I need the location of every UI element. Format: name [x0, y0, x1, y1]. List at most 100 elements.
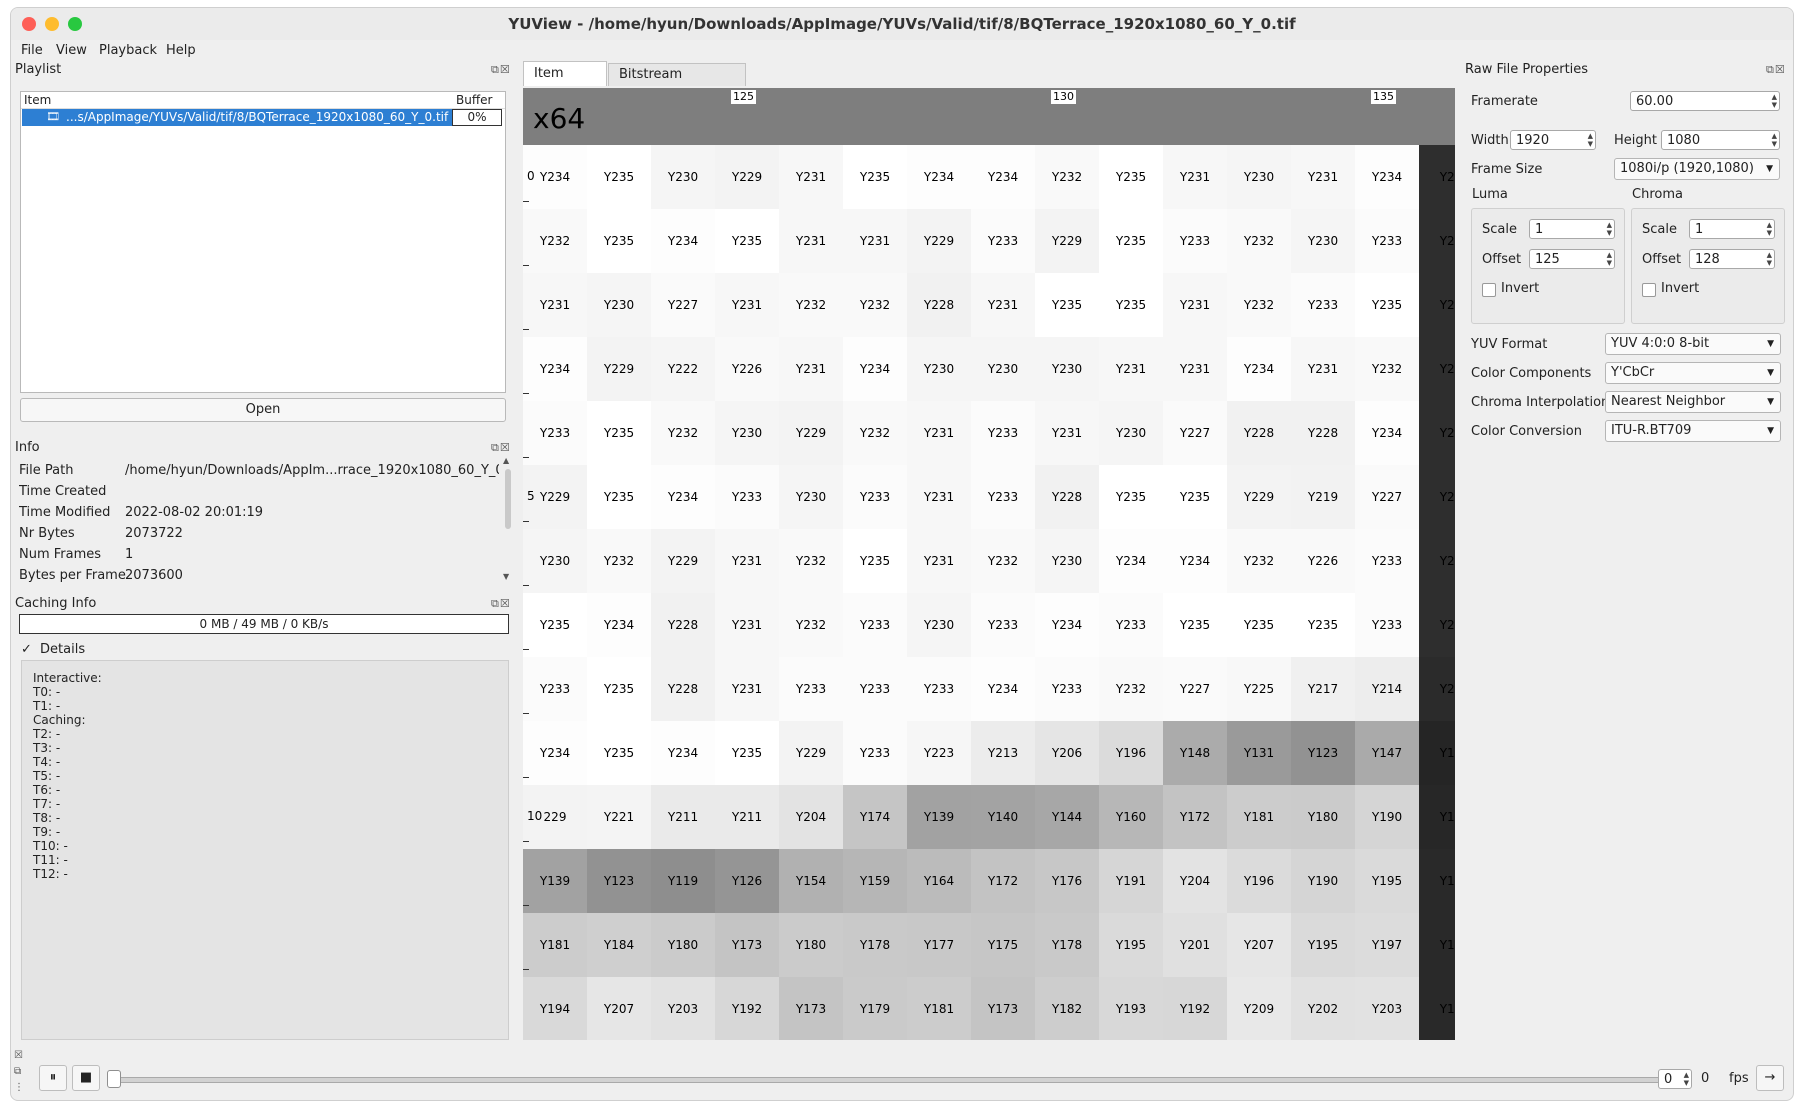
column-item-header[interactable]: Item [24, 93, 51, 107]
scroll-up-arrow[interactable]: ▲ [503, 456, 515, 465]
luma-offset-input[interactable]: 125 ▲ ▼ [1529, 249, 1615, 269]
playlist-header: Item Buffer [21, 92, 505, 109]
pixel-cell: Y223 [907, 721, 971, 785]
pixel-cell: Y230 [651, 145, 715, 209]
pixel-cell: Y233 [907, 657, 971, 721]
spin-arrows-icon[interactable]: ▲ ▼ [1772, 132, 1777, 148]
column-buffer-header[interactable]: Buffer [456, 93, 492, 107]
menu-bar: File View Playback Help [11, 40, 1793, 62]
pixel-cell: Y18 [1419, 977, 1455, 1040]
item-viewport[interactable]: 125 130 135 x64 Y234 Y235 Y230 Y229 Y231 Y235… [523, 88, 1455, 1040]
chroma-scale-value: 1 [1695, 222, 1704, 237]
pixel-cell: Y230 [587, 273, 651, 337]
spin-arrows-icon[interactable]: ▲ ▼ [1684, 1071, 1689, 1087]
info-dock-buttons[interactable]: ⧉☒ [491, 441, 511, 455]
pixel-cell: Y20 [1419, 657, 1455, 721]
scroll-thumb[interactable] [505, 469, 511, 529]
pixel-cell: Y235 [587, 465, 651, 529]
width-value: 1920 [1516, 133, 1550, 148]
zoom-level-label: x64 [533, 102, 586, 135]
caching-dock-buttons[interactable]: ⧉☒ [491, 597, 511, 611]
luma-invert-checkbox[interactable] [1482, 283, 1496, 297]
pixel-cell: Y178 [843, 913, 907, 977]
pixel-cell: Y232 [1355, 337, 1419, 401]
framerate-input[interactable]: 60.00 ▲ ▼ [1630, 91, 1780, 111]
playlist-item[interactable]: 🎞 ...s/AppImage/YUVs/Valid/tif/8/BQTerra… [22, 109, 452, 126]
playlist-dock-buttons[interactable]: ⧉☒ [491, 63, 511, 77]
properties-dock-buttons[interactable]: ⧉☒ [1766, 63, 1786, 77]
tab-bitstream-analysis[interactable]: Bitstream Analysis [608, 63, 746, 104]
menu-view[interactable]: View [56, 43, 87, 58]
height-input[interactable]: 1080 ▲ ▼ [1661, 130, 1780, 150]
pixel-cell: Y235 [1227, 593, 1291, 657]
pixel-cell: Y217 [1291, 657, 1355, 721]
luma-label: Luma [1472, 187, 1508, 202]
chroma-scale-label: Scale [1642, 222, 1677, 237]
spin-arrows-icon[interactable]: ▲ ▼ [1772, 93, 1777, 109]
yuv-format-select[interactable]: YUV 4:0:0 8-bit ▼ [1605, 333, 1781, 355]
info-scrollbar[interactable]: ▲ ▼ [503, 456, 515, 586]
pixel-cell: Y159 [843, 849, 907, 913]
scroll-down-arrow[interactable]: ▼ [503, 572, 509, 581]
pixel-cell: Y235 [843, 529, 907, 593]
pixel-cell: Y203 [651, 977, 715, 1040]
frame-slider-handle[interactable] [107, 1070, 121, 1088]
pause-button[interactable]: ⏸ [39, 1065, 67, 1091]
pixel-cell: Y204 [779, 785, 843, 849]
luma-scale-value: 1 [1535, 222, 1544, 237]
color-conversion-select[interactable]: ITU-R.BT709 ▼ [1605, 420, 1781, 442]
chroma-scale-input[interactable]: 1 ▲ ▼ [1689, 219, 1775, 239]
row-tick [523, 265, 529, 266]
menu-playback[interactable]: Playback [99, 43, 157, 58]
pixel-cell: Y230 [1291, 209, 1355, 273]
pixel-cell: Y228 [1227, 401, 1291, 465]
height-value: 1080 [1667, 133, 1701, 148]
pixel-cell: Y232 [651, 401, 715, 465]
chroma-invert-checkbox[interactable] [1642, 283, 1656, 297]
details-line: T10: - [33, 839, 68, 853]
pixel-cell: Y233 [1291, 273, 1355, 337]
pixel-cell: Y131 [1227, 721, 1291, 785]
pixel-cell: Y173 [779, 977, 843, 1040]
spin-arrows-icon[interactable]: ▲ ▼ [1607, 251, 1612, 267]
pixel-cell: Y180 [779, 913, 843, 977]
details-checkbox[interactable]: ✓ Details [21, 642, 85, 657]
pixel-cell: Y222 [651, 337, 715, 401]
pixel-cell: Y231 [1291, 337, 1355, 401]
playback-dock-buttons[interactable]: ☒ ⧉ ⋮ [14, 1048, 24, 1096]
chevron-down-icon: ▼ [1767, 397, 1774, 407]
spin-arrows-icon[interactable]: ▲ ▼ [1767, 251, 1772, 267]
framerate-value: 60.00 [1636, 94, 1674, 109]
menu-file[interactable]: File [21, 43, 43, 58]
pixel-cell: Y229 [587, 337, 651, 401]
spin-arrows-icon[interactable]: ▲ ▼ [1607, 221, 1612, 237]
stop-button[interactable]: ■ [72, 1065, 100, 1091]
frame-size-select[interactable]: 1080i/p (1920,1080) ▼ [1614, 158, 1780, 180]
color-components-select[interactable]: Y'CbCr ▼ [1605, 362, 1781, 384]
luma-scale-input[interactable]: 1 ▲ ▼ [1529, 219, 1615, 239]
pixel-cell: Y172 [971, 849, 1035, 913]
details-line: T11: - [33, 853, 68, 867]
playlist-item-buffer: 0% [452, 109, 502, 126]
frame-slider[interactable] [114, 1077, 1666, 1083]
pixel-cell: Y234 [651, 721, 715, 785]
chroma-offset-input[interactable]: 128 ▲ ▼ [1689, 249, 1775, 269]
frame-size-label: Frame Size [1471, 162, 1543, 177]
open-button[interactable]: Open [20, 398, 506, 422]
repeat-mode-button[interactable]: → [1756, 1065, 1784, 1091]
pixel-cell: Y230 [907, 593, 971, 657]
pixel-cell: Y231 [1099, 337, 1163, 401]
frame-input[interactable]: 0 ▲ ▼ [1658, 1069, 1692, 1089]
tab-item-view[interactable]: Item View [523, 61, 607, 105]
pixel-cell: Y233 [1355, 593, 1419, 657]
pixel-cell: Y231 [779, 337, 843, 401]
width-input[interactable]: 1920 ▲ ▼ [1510, 130, 1596, 150]
luma-offset-label: Offset [1482, 252, 1522, 267]
spin-arrows-icon[interactable]: ▲ ▼ [1588, 132, 1593, 148]
chroma-interpolation-select[interactable]: Nearest Neighbor ▼ [1605, 391, 1781, 413]
spin-arrows-icon[interactable]: ▲ ▼ [1767, 221, 1772, 237]
playlist-panel: Item Buffer 🎞 ...s/AppImage/YUVs/Valid/t… [20, 91, 506, 393]
menu-help[interactable]: Help [166, 43, 196, 58]
details-line: T5: - [33, 769, 61, 783]
pixel-cell: Y231 [907, 465, 971, 529]
